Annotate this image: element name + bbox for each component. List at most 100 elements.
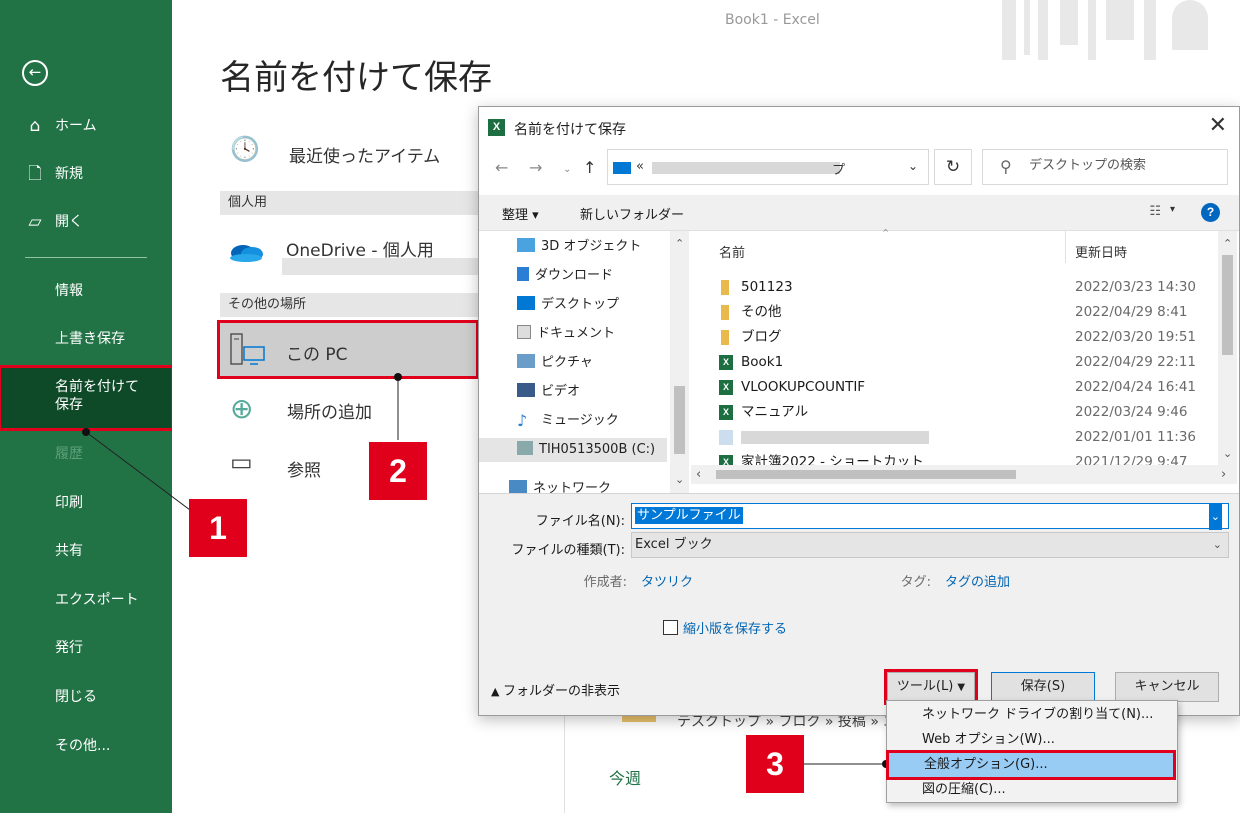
save-button[interactable]: 保存(S)	[991, 672, 1095, 702]
menu-item-compress-pictures[interactable]: 図の圧縮(C)...	[887, 778, 1177, 802]
recent-items[interactable]: 最近使ったアイテム	[289, 142, 440, 167]
close-icon[interactable]: ✕	[1209, 113, 1227, 138]
search-box[interactable]: ⚲	[982, 149, 1228, 185]
back-arrow-icon[interactable]: ←	[495, 158, 508, 177]
nav-label: 共有	[55, 543, 83, 559]
horizontal-scrollbar[interactable]: ‹ ›	[691, 465, 1237, 484]
add-tag-link[interactable]: タグの追加	[945, 571, 1010, 590]
add-place[interactable]: 場所の追加	[287, 398, 372, 423]
nav-publish[interactable]: 発行	[0, 634, 172, 662]
file-row[interactable]: X Book1 2022/04/29 22:11	[719, 350, 1219, 375]
file-name: ブログ	[741, 329, 782, 345]
tree-item-downloads[interactable]: ダウンロード	[517, 264, 613, 288]
nav-label: 上書き保存	[55, 331, 125, 347]
tree-item-pictures[interactable]: ピクチャ	[517, 351, 593, 375]
nav-info[interactable]: 情報	[0, 277, 172, 305]
scroll-left-icon[interactable]: ‹	[696, 467, 701, 482]
nav-save[interactable]: 上書き保存	[0, 325, 172, 353]
help-icon[interactable]: ?	[1201, 203, 1220, 222]
file-row[interactable]: X 家計簿2022 - ショートカット 2021/12/29 9:47	[719, 450, 1219, 465]
window-title: Book1 - Excel	[725, 12, 820, 28]
folder-icon: ▭	[230, 448, 253, 476]
file-row[interactable]: 2022/01/01 11:36	[719, 425, 1219, 450]
nav-close[interactable]: 閉じる	[0, 683, 172, 711]
chevron-down-icon[interactable]: ⌄	[1208, 504, 1222, 530]
refresh-icon[interactable]: ↻	[934, 149, 972, 185]
file-row[interactable]: その他 2022/04/29 8:41	[719, 300, 1219, 325]
personal-header: 個人用	[220, 191, 480, 215]
file-date: 2022/03/24 9:46	[1075, 404, 1188, 420]
tree-item-documents[interactable]: ドキュメント	[517, 322, 615, 346]
file-date: 2022/04/29 22:11	[1075, 354, 1197, 370]
nav-divider	[25, 257, 147, 258]
menu-item-map-network-drive[interactable]: ネットワーク ドライブの割り当て(N)...	[887, 703, 1177, 727]
recent-dropdown-icon[interactable]: ⌄	[563, 164, 571, 175]
scroll-down-icon[interactable]: ⌄	[1223, 447, 1232, 460]
cancel-button[interactable]: キャンセル	[1115, 672, 1219, 702]
back-arrow-icon[interactable]: ←	[22, 60, 48, 86]
nav-home[interactable]: ⌂ ホーム	[0, 112, 172, 140]
column-divider[interactable]	[1065, 231, 1066, 263]
scroll-thumb[interactable]	[674, 386, 685, 454]
tree-label: ネットワーク	[533, 481, 612, 493]
forward-arrow-icon[interactable]: →	[529, 158, 542, 177]
menu-item-general-options[interactable]: 全般オプション(G)...	[886, 750, 1176, 780]
new-folder-button[interactable]: 新しいフォルダー	[580, 204, 684, 223]
column-date[interactable]: 更新日時	[1075, 242, 1127, 261]
file-row[interactable]: 501123 2022/03/23 14:30	[719, 275, 1219, 300]
tools-button[interactable]: ツール(L) ▼	[884, 669, 978, 705]
nav-label: 発行	[55, 640, 83, 656]
hide-folders-toggle[interactable]: ▲ フォルダーの非表示	[491, 680, 620, 699]
filetype-select[interactable]: Excel ブック ⌄	[631, 532, 1229, 558]
scroll-up-icon[interactable]: ⌃	[675, 237, 684, 250]
nav-share[interactable]: 共有	[0, 537, 172, 565]
organize-button[interactable]: 整理 ▾	[502, 204, 539, 223]
filename-field[interactable]: サンプルファイル ⌄	[631, 503, 1229, 530]
scroll-right-icon[interactable]: ›	[1221, 467, 1226, 482]
nav-label: 情報	[55, 283, 83, 299]
search-input[interactable]	[1029, 158, 1219, 173]
view-options-icon[interactable]: ☷	[1149, 204, 1161, 219]
tree-item-desktop[interactable]: デスクトップ	[517, 293, 619, 317]
thumbnail-checkbox[interactable]	[663, 620, 678, 635]
tree-item-music[interactable]: ♪ ミュージック	[517, 409, 619, 433]
browse[interactable]: 参照	[287, 456, 321, 481]
nav-open[interactable]: ▱ 開く	[0, 208, 172, 236]
scroll-thumb[interactable]	[716, 470, 1016, 479]
thumbnail-label[interactable]: 縮小版を保存する	[683, 618, 787, 637]
redacted-path	[652, 162, 840, 174]
scroll-down-icon[interactable]: ⌄	[675, 473, 684, 486]
tree-item-c-drive[interactable]: TIH0513500B (C:)	[479, 438, 667, 462]
nav-print[interactable]: 印刷	[0, 489, 172, 517]
chevron-down-icon[interactable]: ▾	[1170, 204, 1175, 215]
tree-label: ピクチャ	[541, 355, 593, 370]
chevron-down-icon[interactable]: ⌄	[1213, 533, 1222, 557]
file-row[interactable]: ブログ 2022/03/20 19:51	[719, 325, 1219, 350]
open-folder-icon: ▱	[28, 212, 42, 232]
tree-item-videos[interactable]: ビデオ	[517, 380, 580, 404]
file-list-scrollbar[interactable]: ⌃ ⌄	[1218, 231, 1237, 465]
globe-add-icon: ⊕	[230, 392, 254, 425]
file-row[interactable]: X VLOOKUPCOUNTIF 2022/04/24 16:41	[719, 375, 1219, 400]
this-pc-location[interactable]: この PC	[217, 320, 479, 379]
column-name[interactable]: 名前	[719, 242, 745, 261]
nav-save-as[interactable]: 名前を付けて保存	[0, 365, 174, 431]
tree-label: ドキュメント	[537, 326, 616, 341]
scroll-up-icon[interactable]: ⌃	[1223, 237, 1232, 250]
chevron-down-icon[interactable]: ⌄	[908, 159, 918, 173]
nav-new[interactable]: 🗋 新規	[0, 160, 172, 188]
author-value[interactable]: タツリク	[641, 571, 693, 590]
nav-more[interactable]: その他...	[0, 732, 172, 760]
tree-scrollbar[interactable]: ⌃ ⌄	[670, 231, 689, 493]
scroll-thumb[interactable]	[1222, 255, 1233, 355]
address-bar[interactable]: « プ ⌄	[607, 149, 929, 185]
menu-item-web-options[interactable]: Web オプション(W)...	[887, 728, 1177, 752]
tree-label: ミュージック	[541, 413, 619, 428]
file-row[interactable]: X マニュアル 2022/03/24 9:46	[719, 400, 1219, 425]
up-arrow-icon[interactable]: ↑	[583, 158, 596, 177]
tree-item-3d-objects[interactable]: 3D オブジェクト	[517, 235, 641, 259]
nav-export[interactable]: エクスポート	[0, 586, 172, 614]
tree-label: ビデオ	[541, 384, 581, 399]
nav-label: 印刷	[55, 495, 83, 511]
tree-item-network[interactable]: ネットワーク	[509, 477, 611, 493]
